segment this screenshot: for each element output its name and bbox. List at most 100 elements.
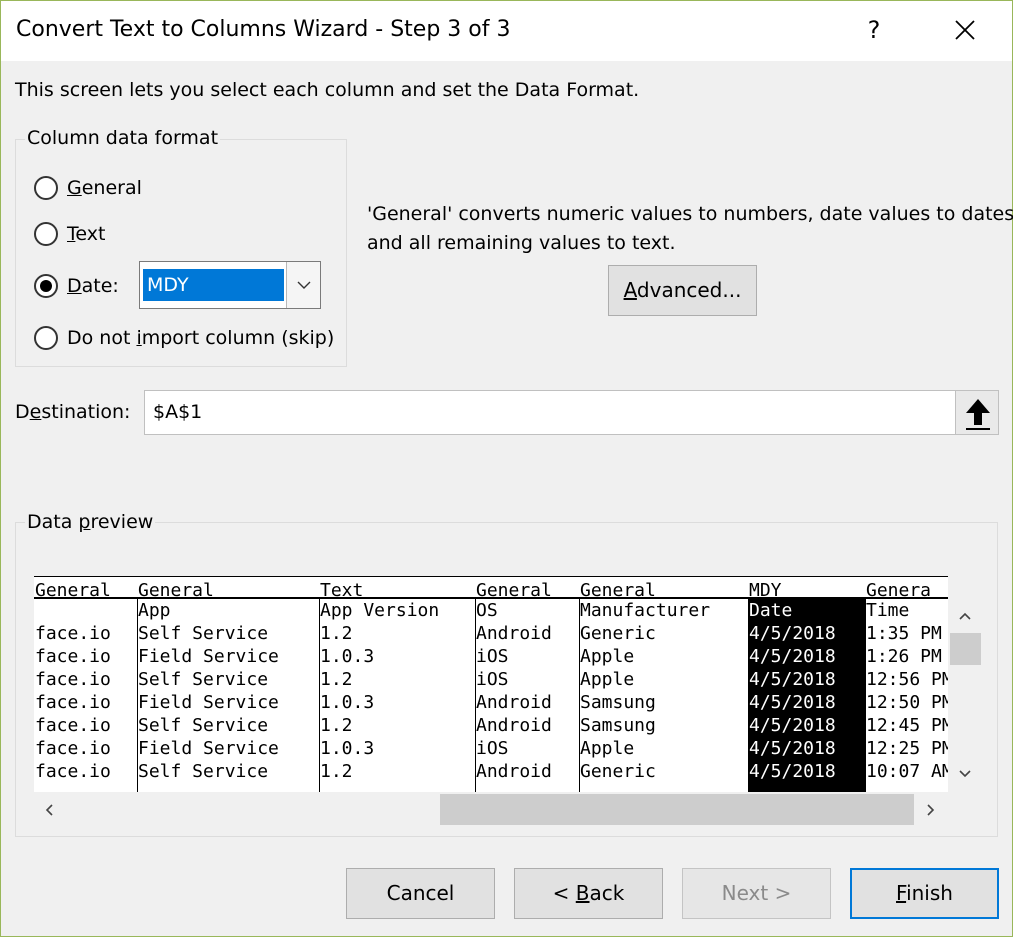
date-format-dropdown[interactable]: MDY bbox=[139, 261, 321, 309]
preview-column-4[interactable]: General OS Android iOS iOS Android Andro… bbox=[475, 576, 580, 792]
preview-cell: OS bbox=[476, 600, 498, 621]
preview-column-1[interactable]: General face.io face.io face.io face.io … bbox=[34, 576, 138, 792]
preview-cell: Apple bbox=[580, 669, 635, 690]
preview-cell: Samsung bbox=[580, 715, 656, 736]
scroll-right-icon[interactable] bbox=[924, 802, 938, 818]
preview-cell: App Version bbox=[320, 600, 440, 621]
data-preview-grid[interactable]: General face.io face.io face.io face.io … bbox=[34, 576, 948, 792]
radio-skip-circle[interactable] bbox=[34, 326, 58, 350]
preview-cell: 1.2 bbox=[320, 715, 353, 736]
preview-cell: face.io bbox=[35, 646, 111, 667]
preview-column-6-selected[interactable]: MDY Date 4/5/2018 4/5/2018 4/5/2018 4/5/… bbox=[748, 576, 866, 792]
destination-label: Destination: bbox=[15, 401, 131, 423]
next-button[interactable]: Next > bbox=[682, 868, 831, 919]
preview-cell: Generic bbox=[580, 623, 656, 644]
preview-cell: 1.0.3 bbox=[320, 646, 375, 667]
preview-cell: face.io bbox=[35, 715, 111, 736]
preview-cell: Time bbox=[866, 600, 910, 621]
preview-cell: 4/5/2018 bbox=[749, 692, 836, 713]
help-button[interactable]: ? bbox=[853, 9, 895, 51]
scroll-left-icon[interactable] bbox=[42, 802, 56, 818]
preview-cell: 1.0.3 bbox=[320, 738, 375, 759]
radio-general-label: General bbox=[67, 177, 142, 199]
scroll-up-icon[interactable] bbox=[957, 609, 973, 623]
preview-cell: 4/5/2018 bbox=[749, 646, 836, 667]
preview-cell: 1.0.3 bbox=[320, 692, 375, 713]
preview-column-header: General bbox=[579, 576, 749, 601]
preview-cell: 12:50 PM bbox=[866, 692, 948, 713]
preview-cell: App bbox=[138, 600, 171, 621]
preview-cell: face.io bbox=[35, 692, 111, 713]
preview-vertical-scrollbar[interactable] bbox=[948, 599, 982, 792]
radio-date-label: Date: bbox=[67, 275, 119, 297]
scroll-down-icon[interactable] bbox=[957, 767, 973, 781]
preview-cell: 4/5/2018 bbox=[749, 669, 836, 690]
radio-date[interactable]: Date: bbox=[34, 274, 119, 298]
preview-cell: Self Service bbox=[138, 715, 269, 736]
preview-cell: 1:35 PM bbox=[866, 623, 942, 644]
finish-button[interactable]: Finish bbox=[850, 868, 999, 919]
preview-cell: 1.2 bbox=[320, 669, 353, 690]
advanced-button[interactable]: Advanced... bbox=[608, 265, 757, 316]
preview-cell bbox=[35, 599, 137, 622]
radio-date-circle[interactable] bbox=[34, 274, 58, 298]
preview-column-7[interactable]: Genera Time 1:35 PM 1:26 PM 12:56 PM 12:… bbox=[865, 576, 948, 792]
destination-input[interactable]: $A$1 bbox=[144, 390, 956, 435]
chevron-down-icon bbox=[297, 281, 311, 289]
preview-cell: Android bbox=[476, 715, 552, 736]
preview-cell: face.io bbox=[35, 738, 111, 759]
preview-cell: 1.2 bbox=[320, 623, 353, 644]
preview-column-5[interactable]: General Manufacturer Generic Apple Apple… bbox=[579, 576, 749, 792]
radio-general-circle[interactable] bbox=[34, 176, 58, 200]
cancel-button[interactable]: Cancel bbox=[346, 868, 495, 919]
preview-cell: Field Service bbox=[138, 692, 279, 713]
preview-cell: Self Service bbox=[138, 623, 269, 644]
vertical-scroll-thumb[interactable] bbox=[950, 633, 981, 665]
title-bar: Convert Text to Columns Wizard - Step 3 … bbox=[1, 1, 1012, 61]
preview-cell: Field Service bbox=[138, 738, 279, 759]
format-description-line1: 'General' converts numeric values to num… bbox=[367, 203, 1013, 225]
preview-column-header: General bbox=[34, 576, 138, 601]
preview-cell: Android bbox=[476, 623, 552, 644]
preview-cell: 12:25 PM bbox=[866, 738, 948, 759]
preview-column-header: General bbox=[475, 576, 580, 601]
date-format-value: MDY bbox=[143, 269, 284, 301]
preview-cell: Apple bbox=[580, 646, 635, 667]
preview-horizontal-scrollbar[interactable] bbox=[34, 792, 948, 826]
close-button[interactable] bbox=[941, 9, 989, 51]
preview-cell: 10:07 AM bbox=[866, 761, 948, 782]
preview-cell: face.io bbox=[35, 669, 111, 690]
format-description-line2: and all remaining values to text. bbox=[367, 232, 676, 254]
date-format-dropdown-button[interactable] bbox=[286, 262, 320, 308]
wizard-window: Convert Text to Columns Wizard - Step 3 … bbox=[0, 0, 1013, 937]
preview-cell: 1:26 PM bbox=[866, 646, 942, 667]
data-preview-label: Data preview bbox=[25, 511, 156, 533]
radio-text-circle[interactable] bbox=[34, 222, 58, 246]
preview-column-header: MDY bbox=[748, 576, 866, 601]
preview-cell: iOS bbox=[476, 738, 509, 759]
preview-cell: 4/5/2018 bbox=[749, 738, 836, 759]
preview-cell: Manufacturer bbox=[580, 600, 711, 621]
preview-column-header: Genera bbox=[865, 576, 948, 601]
destination-collapse-button[interactable] bbox=[955, 390, 999, 435]
preview-cell: Android bbox=[476, 761, 552, 782]
preview-column-header: General bbox=[137, 576, 320, 601]
close-icon bbox=[955, 20, 975, 40]
preview-cell: Apple bbox=[580, 738, 635, 759]
preview-cell: 4/5/2018 bbox=[749, 761, 836, 782]
preview-column-header: Text bbox=[319, 576, 476, 601]
preview-cell: Android bbox=[476, 692, 552, 713]
radio-general[interactable]: General bbox=[34, 176, 142, 200]
back-button[interactable]: < Back bbox=[514, 868, 663, 919]
preview-cell: 12:56 PM bbox=[866, 669, 948, 690]
preview-column-2[interactable]: General App Self Service Field Service S… bbox=[137, 576, 320, 792]
horizontal-scroll-thumb[interactable] bbox=[440, 794, 914, 825]
preview-cell: Field Service bbox=[138, 646, 279, 667]
preview-column-3[interactable]: Text App Version 1.2 1.0.3 1.2 1.0.3 1.2… bbox=[319, 576, 476, 792]
column-format-label: Column data format bbox=[25, 127, 221, 149]
radio-text-label: Text bbox=[67, 223, 106, 245]
preview-cell: 4/5/2018 bbox=[749, 715, 836, 736]
radio-text[interactable]: Text bbox=[34, 222, 105, 246]
radio-skip[interactable]: Do not import column (skip) bbox=[34, 326, 334, 350]
preview-cell: face.io bbox=[35, 623, 111, 644]
